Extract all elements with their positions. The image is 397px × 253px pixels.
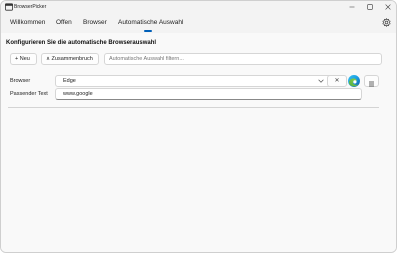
collapse-button[interactable]: ∧ Zusammenbruch bbox=[41, 53, 99, 65]
minimize-button[interactable] bbox=[343, 1, 361, 13]
maximize-button[interactable] bbox=[361, 1, 379, 13]
clear-browser-button[interactable]: ✕ bbox=[327, 75, 347, 87]
filter-input[interactable] bbox=[104, 53, 382, 65]
main-content: Konfigurieren Sie die automatische Brows… bbox=[1, 33, 396, 252]
browser-label: Browser bbox=[10, 78, 31, 84]
auto-selection-rule: Browser Edge ✕ Passender Text www.google bbox=[7, 74, 379, 108]
window-title: BrowserPicker bbox=[14, 4, 47, 10]
match-text-input[interactable]: www.google bbox=[55, 88, 362, 100]
chevron-down-icon[interactable] bbox=[317, 77, 325, 85]
maximize-icon bbox=[367, 4, 373, 10]
new-button[interactable]: + Neu bbox=[10, 53, 37, 65]
page-title: Konfigurieren Sie die automatische Brows… bbox=[6, 40, 157, 46]
minimize-icon bbox=[349, 6, 355, 8]
edge-icon bbox=[348, 75, 360, 87]
tab-bar: Willkommen Offen Browser Automatische Au… bbox=[1, 13, 396, 33]
selected-tab-indicator bbox=[144, 29, 152, 32]
tab-offen[interactable]: Offen bbox=[56, 18, 72, 27]
close-icon bbox=[385, 4, 391, 10]
browserpicker-icon bbox=[5, 3, 13, 11]
title-bar: BrowserPicker bbox=[1, 1, 396, 13]
browser-select[interactable]: Edge bbox=[55, 75, 334, 87]
match-text-label: Passender Text bbox=[10, 91, 48, 97]
app-window: BrowserPicker Willkommen Offen Browser A… bbox=[0, 0, 397, 253]
close-button[interactable] bbox=[379, 1, 396, 13]
rule-divider bbox=[8, 107, 379, 108]
gear-icon[interactable] bbox=[382, 18, 391, 27]
tab-automatische-auswahl[interactable]: Automatische Auswahl bbox=[118, 18, 183, 27]
tab-willkommen[interactable]: Willkommen bbox=[10, 18, 45, 27]
tab-browser[interactable]: Browser bbox=[83, 18, 107, 27]
hamburger-icon bbox=[369, 81, 374, 87]
menu-button[interactable] bbox=[364, 75, 379, 87]
